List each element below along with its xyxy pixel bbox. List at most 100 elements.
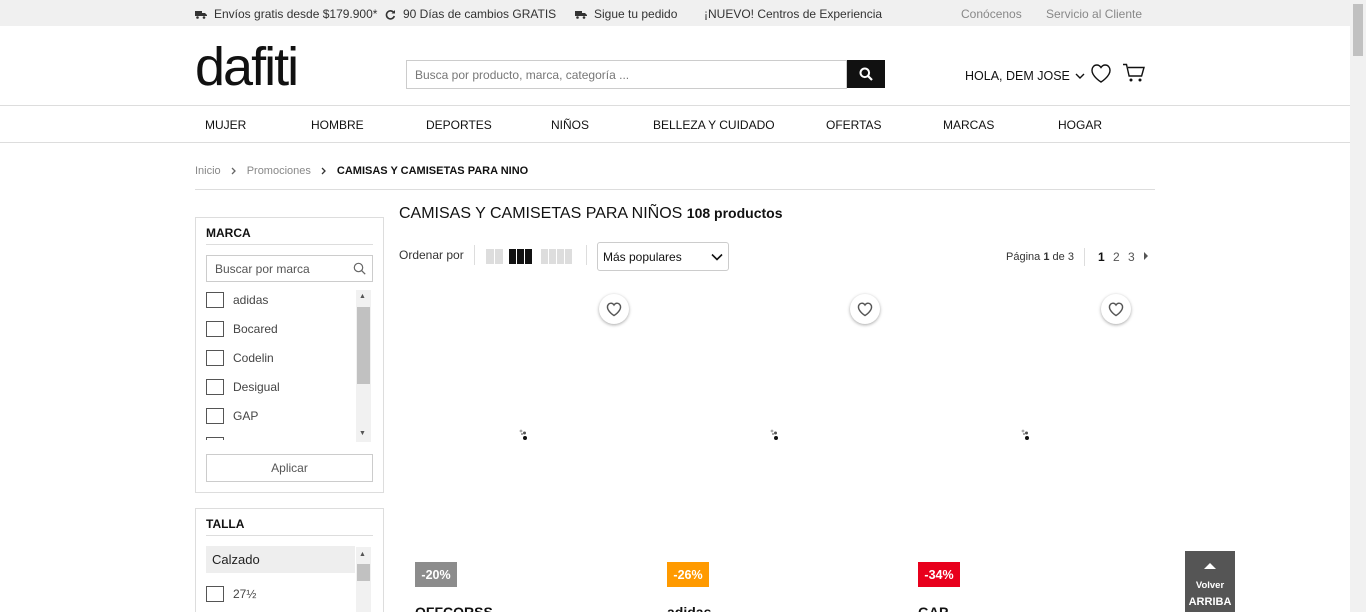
size-filter-divider [206, 535, 373, 536]
toolbar-divider [586, 245, 587, 265]
size-option[interactable]: 27½ [206, 586, 256, 602]
add-to-wishlist-button[interactable] [599, 294, 629, 324]
nav-item-deportes[interactable]: DEPORTES [426, 118, 492, 132]
brand-option-label: adidas [233, 293, 269, 307]
about-link[interactable]: Conócenos [961, 7, 1022, 21]
experience-centers-text: ¡NUEVO! Centros de Experiencia [704, 7, 883, 21]
dafiti-logo[interactable]: dafiti [195, 40, 299, 94]
page-scrollbar-thumb[interactable] [1353, 4, 1363, 56]
track-order-link[interactable]: Sigue tu pedido [575, 7, 677, 21]
product-brand[interactable]: GAP [918, 604, 948, 612]
page-current: 1 [1043, 251, 1050, 263]
page-link-3[interactable]: 3 [1128, 250, 1135, 264]
page-scrollbar[interactable] [1350, 0, 1366, 612]
main-navigation: MUJER HOMBRE DEPORTES NIÑOS BELLEZA Y CU… [0, 105, 1350, 143]
search-button[interactable] [847, 60, 885, 88]
apply-filter-button[interactable]: Aplicar [206, 454, 373, 482]
nav-item-hombre[interactable]: HOMBRE [311, 118, 364, 132]
sort-value: Más populares [603, 249, 682, 264]
nav-item-ninos[interactable]: NIÑOS [551, 118, 589, 132]
nav-item-marcas[interactable]: MARCAS [943, 118, 994, 132]
pagination-divider [1084, 248, 1085, 266]
sort-select[interactable]: Más populares [597, 242, 729, 271]
nav-item-ofertas[interactable]: OFERTAS [826, 118, 882, 132]
brand-option-adidas[interactable]: adidas [206, 292, 268, 308]
add-to-wishlist-button[interactable] [1101, 294, 1131, 324]
chevron-right-icon [321, 167, 326, 175]
discount-badge: -20% [415, 562, 457, 587]
grid-4-columns-icon[interactable] [541, 249, 572, 264]
brand-list-scrollbar[interactable]: ▲ ▼ [356, 290, 371, 442]
brand-option-gap[interactable]: GAP [206, 408, 258, 424]
checkbox[interactable] [206, 292, 224, 308]
brand-search-input[interactable] [206, 255, 373, 282]
brand-list-scrollbar-thumb[interactable] [357, 307, 370, 384]
checkbox[interactable] [206, 350, 224, 366]
brand-option-label: Desigual [233, 380, 280, 394]
brand-option-bocared[interactable]: Bocared [206, 321, 278, 337]
page-prefix: Página [1006, 251, 1041, 263]
truck-icon [575, 10, 587, 19]
chevron-down-icon [1075, 73, 1085, 79]
breadcrumb-home[interactable]: Inicio [195, 165, 221, 177]
checkbox[interactable] [206, 379, 224, 395]
brand-option-label: Bocared [233, 322, 278, 336]
heart-icon [606, 302, 622, 317]
breadcrumb-divider [195, 189, 1155, 190]
page-link-2[interactable]: 2 [1113, 250, 1120, 264]
page-link-1[interactable]: 1 [1098, 250, 1105, 264]
search-icon [353, 262, 366, 275]
nav-item-hogar[interactable]: HOGAR [1058, 118, 1102, 132]
heart-icon [1108, 302, 1124, 317]
scroll-up-arrow-icon[interactable]: ▲ [359, 293, 366, 301]
wishlist-button[interactable] [1089, 62, 1113, 89]
free-shipping-info[interactable]: Envíos gratis desde $179.900* [195, 7, 377, 21]
grid-3-columns-icon[interactable] [509, 249, 532, 264]
truck-icon [195, 10, 207, 19]
brand-option-desigual[interactable]: Desigual [206, 379, 280, 395]
heart-icon [857, 302, 873, 317]
free-shipping-text: Envíos gratis desde $179.900* [214, 7, 378, 21]
page-of: de [1052, 251, 1065, 263]
size-filter-title: TALLA [206, 517, 245, 531]
brand-filter-title: MARCA [206, 226, 251, 240]
brand-filter-panel: MARCA adidas Bocared Codelin Desigual GA… [195, 217, 384, 493]
grid-2-columns-icon[interactable] [486, 249, 503, 264]
product-brand[interactable]: OFFCORSS [415, 604, 493, 612]
loading-spinner-icon [770, 429, 778, 440]
page-indicator: Página 1 de 3 [1006, 251, 1074, 263]
page-total: 3 [1067, 251, 1074, 263]
size-group-calzado[interactable]: Calzado [206, 546, 355, 573]
add-to-wishlist-button[interactable] [850, 294, 880, 324]
back-to-top-line2: ARRIBA [1188, 596, 1232, 608]
arrow-up-icon [1204, 563, 1216, 569]
nav-item-belleza[interactable]: BELLEZA Y CUIDADO [653, 118, 775, 132]
sort-label: Ordenar por [399, 248, 464, 262]
brand-option-codelin[interactable]: Codelin [206, 350, 274, 366]
size-list-scrollbar-thumb[interactable] [357, 564, 370, 581]
account-menu[interactable]: HOLA, DEM JOSE [965, 69, 1085, 83]
checkbox[interactable] [206, 586, 224, 602]
scroll-down-arrow-icon[interactable]: ▼ [359, 430, 366, 438]
loading-spinner-icon [1021, 429, 1029, 440]
next-page-icon[interactable] [1143, 252, 1149, 260]
heart-icon [1091, 64, 1111, 83]
size-list-scrollbar[interactable]: ▲ [356, 547, 371, 612]
breadcrumb-section[interactable]: Promociones [247, 165, 311, 177]
customer-service-link[interactable]: Servicio al Cliente [1046, 7, 1142, 21]
returns-text: 90 Días de cambios GRATIS [403, 7, 557, 21]
greeting-text: HOLA, DEM JOSE [965, 69, 1070, 83]
back-to-top-button[interactable]: Volver ARRIBA [1185, 551, 1235, 612]
nav-item-mujer[interactable]: MUJER [205, 118, 246, 132]
brand-list-clipped-row [206, 437, 224, 440]
cart-button[interactable] [1122, 63, 1146, 88]
search-input[interactable] [406, 60, 847, 89]
returns-info[interactable]: 90 Días de cambios GRATIS [385, 7, 556, 21]
product-brand[interactable]: adidas [667, 604, 711, 612]
checkbox[interactable] [206, 408, 224, 424]
checkbox[interactable] [206, 321, 224, 337]
scroll-up-arrow-icon[interactable]: ▲ [359, 551, 366, 559]
track-order-text: Sigue tu pedido [594, 7, 678, 21]
experience-centers-link[interactable]: ¡NUEVO! Centros de Experiencia [704, 7, 882, 21]
cart-icon [1123, 63, 1145, 82]
